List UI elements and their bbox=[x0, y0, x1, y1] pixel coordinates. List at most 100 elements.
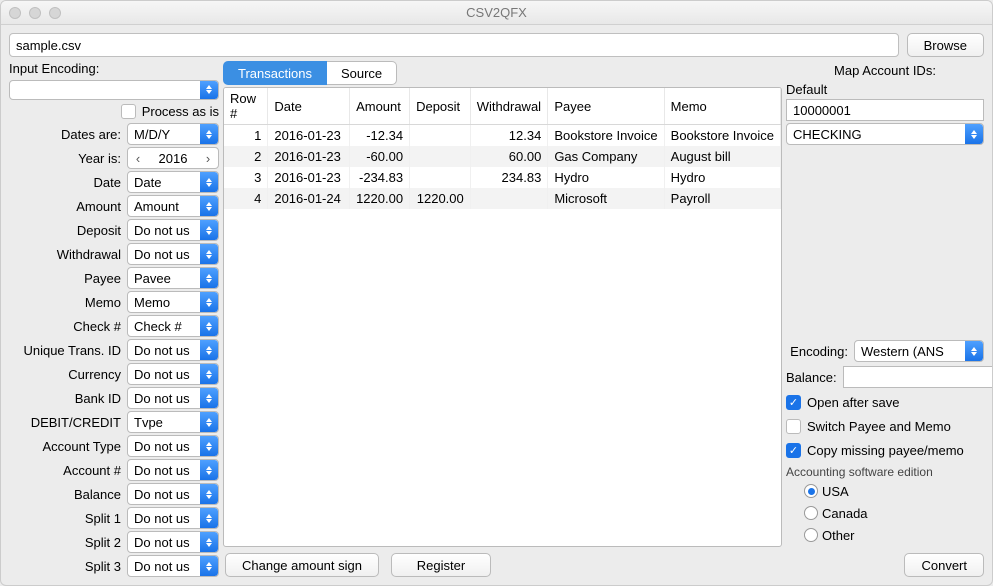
col-withdrawal[interactable]: Withdrawal bbox=[470, 88, 548, 125]
cell-withdrawal: 60.00 bbox=[470, 146, 548, 167]
cell-payee: Gas Company bbox=[548, 146, 664, 167]
cell-date: 2016-01-23 bbox=[268, 146, 350, 167]
cell-deposit bbox=[410, 167, 471, 188]
change-amount-sign-button[interactable]: Change amount sign bbox=[225, 553, 379, 577]
output-encoding-select[interactable]: Western (ANS bbox=[854, 340, 984, 362]
close-icon[interactable] bbox=[9, 7, 21, 19]
chevron-updown-icon bbox=[200, 508, 218, 528]
cell-withdrawal: 234.83 bbox=[470, 167, 548, 188]
payee-select[interactable]: Pavee bbox=[127, 267, 219, 289]
amount-select[interactable]: Amount bbox=[127, 195, 219, 217]
col-deposit[interactable]: Deposit bbox=[410, 88, 471, 125]
account-num-select[interactable]: Do not us bbox=[127, 459, 219, 481]
bottom-buttons: Change amount sign Register bbox=[223, 547, 782, 577]
split2-label: Split 2 bbox=[9, 535, 121, 550]
table-row[interactable]: 22016-01-23-60.0060.00Gas CompanyAugust … bbox=[224, 146, 781, 167]
table-row[interactable]: 42016-01-241220.001220.00MicrosoftPayrol… bbox=[224, 188, 781, 209]
amount-label: Amount bbox=[9, 199, 121, 214]
account-num-label: Account # bbox=[9, 463, 121, 478]
app-window: CSV2QFX Browse Input Encoding: Process a… bbox=[0, 0, 993, 586]
chevron-updown-icon bbox=[200, 220, 218, 240]
radio-canada[interactable]: Canada bbox=[786, 503, 984, 523]
titlebar: CSV2QFX bbox=[1, 1, 992, 25]
utid-select[interactable]: Do not us bbox=[127, 339, 219, 361]
register-button[interactable]: Register bbox=[391, 553, 491, 577]
year-stepper[interactable]: ‹ 2016 › bbox=[127, 147, 219, 169]
input-encoding-label: Input Encoding: bbox=[9, 61, 219, 76]
drcr-select[interactable]: Tvpe bbox=[127, 411, 219, 433]
chevron-updown-icon bbox=[200, 484, 218, 504]
chevron-left-icon[interactable]: ‹ bbox=[128, 148, 148, 168]
cell-rownum: 3 bbox=[224, 167, 268, 188]
radio-icon bbox=[804, 484, 818, 498]
split1-select[interactable]: Do not us bbox=[127, 507, 219, 529]
col-payee[interactable]: Payee bbox=[548, 88, 664, 125]
chevron-updown-icon bbox=[200, 124, 218, 144]
balance-select[interactable]: Do not us bbox=[127, 483, 219, 505]
traffic-lights bbox=[9, 7, 61, 19]
currency-select[interactable]: Do not us bbox=[127, 363, 219, 385]
account-id-input[interactable] bbox=[786, 99, 984, 121]
chevron-updown-icon bbox=[200, 412, 218, 432]
bankid-select[interactable]: Do not us bbox=[127, 387, 219, 409]
tab-source[interactable]: Source bbox=[327, 61, 397, 85]
withdrawal-select[interactable]: Do not us bbox=[127, 243, 219, 265]
cell-amount: -60.00 bbox=[350, 146, 410, 167]
col-memo[interactable]: Memo bbox=[664, 88, 780, 125]
deposit-select[interactable]: Do not us bbox=[127, 219, 219, 241]
browse-button[interactable]: Browse bbox=[907, 33, 984, 57]
table-row[interactable]: 32016-01-23-234.83234.83HydroHydro bbox=[224, 167, 781, 188]
col-date[interactable]: Date bbox=[268, 88, 350, 125]
withdrawal-label: Withdrawal bbox=[9, 247, 121, 262]
chevron-updown-icon bbox=[965, 341, 983, 361]
file-row: Browse bbox=[1, 25, 992, 61]
copy-missing-checkbox[interactable]: ✓ bbox=[786, 443, 801, 458]
split3-select[interactable]: Do not us bbox=[127, 555, 219, 577]
process-as-is-row: Process as is bbox=[9, 102, 219, 121]
right-panel: Map Account IDs: Default CHECKING Encodi… bbox=[786, 61, 984, 577]
copy-missing-label: Copy missing payee/memo bbox=[807, 443, 964, 458]
tab-transactions[interactable]: Transactions bbox=[223, 61, 327, 85]
col-amount[interactable]: Amount bbox=[350, 88, 410, 125]
process-as-is-checkbox[interactable] bbox=[121, 104, 136, 119]
radio-usa[interactable]: USA bbox=[786, 481, 984, 501]
account-type-right-select[interactable]: CHECKING bbox=[786, 123, 984, 145]
col-rownum[interactable]: Row # bbox=[224, 88, 268, 125]
chevron-right-icon[interactable]: › bbox=[198, 148, 218, 168]
input-encoding-select[interactable] bbox=[9, 80, 219, 100]
memo-label: Memo bbox=[9, 295, 121, 310]
dates-are-select[interactable]: M/D/Y bbox=[127, 123, 219, 145]
chevron-updown-icon bbox=[200, 364, 218, 384]
cell-memo: Bookstore Invoice bbox=[664, 125, 780, 147]
cell-memo: Hydro bbox=[664, 167, 780, 188]
chevron-updown-icon bbox=[200, 436, 218, 456]
file-path-input[interactable] bbox=[9, 33, 899, 57]
map-account-ids-title: Map Account IDs: bbox=[786, 61, 984, 80]
open-after-save-checkbox[interactable]: ✓ bbox=[786, 395, 801, 410]
cell-memo: Payroll bbox=[664, 188, 780, 209]
chevron-updown-icon bbox=[200, 460, 218, 480]
cell-memo: August bill bbox=[664, 146, 780, 167]
left-panel: Input Encoding: Process as is Dates are:… bbox=[9, 61, 219, 577]
memo-select[interactable]: Memo bbox=[127, 291, 219, 313]
cell-withdrawal: 12.34 bbox=[470, 125, 548, 147]
balance-input[interactable] bbox=[843, 366, 993, 388]
zoom-icon[interactable] bbox=[49, 7, 61, 19]
split2-select[interactable]: Do not us bbox=[127, 531, 219, 553]
chevron-updown-icon bbox=[200, 532, 218, 552]
encoding-label: Encoding: bbox=[786, 344, 848, 359]
cell-date: 2016-01-23 bbox=[268, 167, 350, 188]
default-label: Default bbox=[786, 82, 984, 97]
minimize-icon[interactable] bbox=[29, 7, 41, 19]
switch-payee-memo-label: Switch Payee and Memo bbox=[807, 419, 951, 434]
convert-button[interactable]: Convert bbox=[904, 553, 984, 577]
switch-payee-memo-checkbox[interactable] bbox=[786, 419, 801, 434]
table-row[interactable]: 12016-01-23-12.3412.34Bookstore InvoiceB… bbox=[224, 125, 781, 147]
date-select[interactable]: Date bbox=[127, 171, 219, 193]
cell-deposit: 1220.00 bbox=[410, 188, 471, 209]
checknum-select[interactable]: Check # bbox=[127, 315, 219, 337]
account-type-select[interactable]: Do not us bbox=[127, 435, 219, 457]
chevron-updown-icon bbox=[200, 172, 218, 192]
radio-other[interactable]: Other bbox=[786, 525, 984, 545]
process-as-is-label: Process as is bbox=[142, 104, 219, 119]
